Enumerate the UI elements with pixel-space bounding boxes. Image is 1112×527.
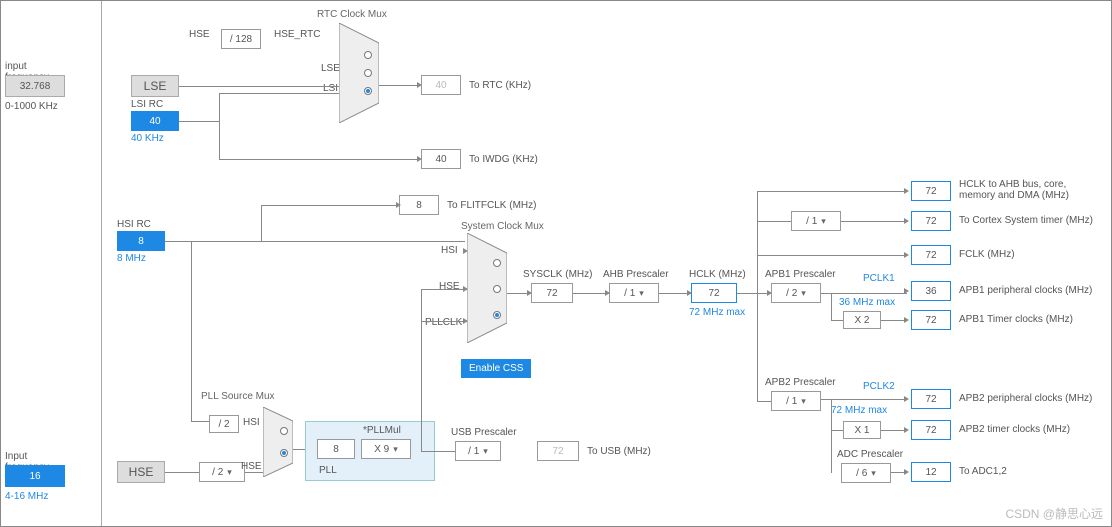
apb1-timer-mul: X 2: [843, 311, 881, 329]
enable-css-button[interactable]: Enable CSS: [461, 359, 531, 378]
usb-out-value[interactable]: 72: [537, 441, 579, 461]
ahb-dropdown[interactable]: / 1: [609, 283, 659, 303]
pll-label: PLL: [319, 465, 337, 476]
sysclk-value: 72: [531, 283, 573, 303]
rtc-lse-in: LSE: [321, 63, 340, 74]
usb-out-label: To USB (MHz): [587, 446, 651, 457]
rtc-mux[interactable]: [339, 23, 379, 123]
usb-label: USB Prescaler: [451, 427, 517, 438]
cortex-label: To Cortex System timer (MHz): [959, 215, 1093, 226]
lse-box[interactable]: LSE: [131, 75, 179, 97]
iwdg-value: 40: [421, 149, 461, 169]
apb2-label: APB2 Prescaler: [765, 377, 836, 388]
pll-src-hse-radio[interactable]: [280, 449, 288, 457]
apb2-periph-label: APB2 peripheral clocks (MHz): [959, 393, 1092, 404]
lsi-label: LSI RC: [131, 99, 163, 110]
adc-label: ADC Prescaler: [837, 449, 903, 460]
rtc-out-label: To RTC (KHz): [469, 80, 531, 91]
watermark: CSDN @静思心远: [1005, 505, 1103, 522]
pll-src-title: PLL Source Mux: [201, 391, 275, 402]
input-freq2-range: 4-16 MHz: [5, 491, 48, 502]
adc-dropdown[interactable]: / 6: [841, 463, 891, 483]
hclk-max: 72 MHz max: [689, 307, 745, 318]
hse-rtc-label: HSE_RTC: [274, 29, 321, 40]
apb2-timer-label: APB2 timer clocks (MHz): [959, 424, 1070, 435]
pll-src-hsi-radio[interactable]: [280, 427, 288, 435]
rtc-mux-lse-radio[interactable]: [364, 69, 372, 77]
input-freq2-value[interactable]: 16: [5, 465, 65, 487]
apb1-label: APB1 Prescaler: [765, 269, 836, 280]
apb1-timer-value[interactable]: 72: [911, 310, 951, 330]
sys-mux-title: System Clock Mux: [461, 221, 544, 232]
pll-src-mux[interactable]: [263, 407, 293, 477]
rtc-out-value[interactable]: 40: [421, 75, 461, 95]
apb1-periph-value[interactable]: 36: [911, 281, 951, 301]
fclk-value[interactable]: 72: [911, 245, 951, 265]
hclk-ahb-label: HCLK to AHB bus, core, memory and DMA (M…: [959, 179, 1099, 201]
pll-hsi-in: HSI: [243, 417, 260, 428]
ahb-label: AHB Prescaler: [603, 269, 669, 280]
sys-hsi-radio[interactable]: [493, 259, 501, 267]
iwdg-label: To IWDG (KHz): [469, 154, 538, 165]
hclk-ahb-value[interactable]: 72: [911, 181, 951, 201]
apb1-periph-label: APB1 peripheral clocks (MHz): [959, 285, 1092, 296]
adc-out-value[interactable]: 12: [911, 462, 951, 482]
hsi-mhz: 8 MHz: [117, 253, 146, 264]
apb2-timer-value[interactable]: 72: [911, 420, 951, 440]
hse-box[interactable]: HSE: [117, 461, 165, 483]
pclk2-label: PCLK2: [863, 381, 895, 392]
hclk-value[interactable]: 72: [691, 283, 737, 303]
fclk-label: FCLK (MHz): [959, 249, 1015, 260]
pll-value: 8: [317, 439, 355, 459]
apb1-max: 36 MHz max: [839, 297, 895, 308]
hse-top-label: HSE: [189, 29, 210, 40]
pll-hsi-div2: / 2: [209, 415, 239, 433]
hsi-label: HSI RC: [117, 219, 151, 230]
rtc-mux-title: RTC Clock Mux: [317, 9, 387, 20]
hsi-value: 8: [117, 231, 165, 251]
sysclk-label: SYSCLK (MHz): [523, 269, 592, 280]
apb2-dropdown[interactable]: / 1: [771, 391, 821, 411]
sys-hse-in: HSE: [439, 281, 460, 292]
sys-hse-radio[interactable]: [493, 285, 501, 293]
input-freq1-range: 0-1000 KHz: [5, 101, 58, 112]
flitfclk-label: To FLITFCLK (MHz): [447, 200, 536, 211]
apb1-dropdown[interactable]: / 2: [771, 283, 821, 303]
apb2-periph-value[interactable]: 72: [911, 389, 951, 409]
apb2-timer-mul: X 1: [843, 421, 881, 439]
cortex-value[interactable]: 72: [911, 211, 951, 231]
usb-dropdown[interactable]: / 1: [455, 441, 501, 461]
rtc-mux-hse-radio[interactable]: [364, 51, 372, 59]
sys-pllclk-radio[interactable]: [493, 311, 501, 319]
lsi-khz: 40 KHz: [131, 133, 164, 144]
apb1-timer-label: APB1 Timer clocks (MHz): [959, 314, 1073, 325]
adc-out-label: To ADC1,2: [959, 466, 1007, 477]
rtc-mux-lsi-radio[interactable]: [364, 87, 372, 95]
hse-div-dropdown[interactable]: / 2: [199, 462, 245, 482]
cortex-div-dropdown[interactable]: / 1: [791, 211, 841, 231]
pll-mul-dropdown[interactable]: X 9: [361, 439, 411, 459]
input-freq1-value[interactable]: 32.768: [5, 75, 65, 97]
pll-hse-in: HSE: [241, 461, 262, 472]
flitfclk-value: 8: [399, 195, 439, 215]
apb2-max: 72 MHz max: [831, 405, 887, 416]
sys-hsi-in: HSI: [441, 245, 458, 256]
sys-mux[interactable]: [467, 233, 507, 343]
lsi-value: 40: [131, 111, 179, 131]
sys-pllclk-in: PLLCLK: [425, 317, 462, 328]
pllmul-label: *PLLMul: [363, 425, 401, 436]
div128-box: / 128: [221, 29, 261, 49]
hclk-label: HCLK (MHz): [689, 269, 746, 280]
pclk1-label: PCLK1: [863, 273, 895, 284]
